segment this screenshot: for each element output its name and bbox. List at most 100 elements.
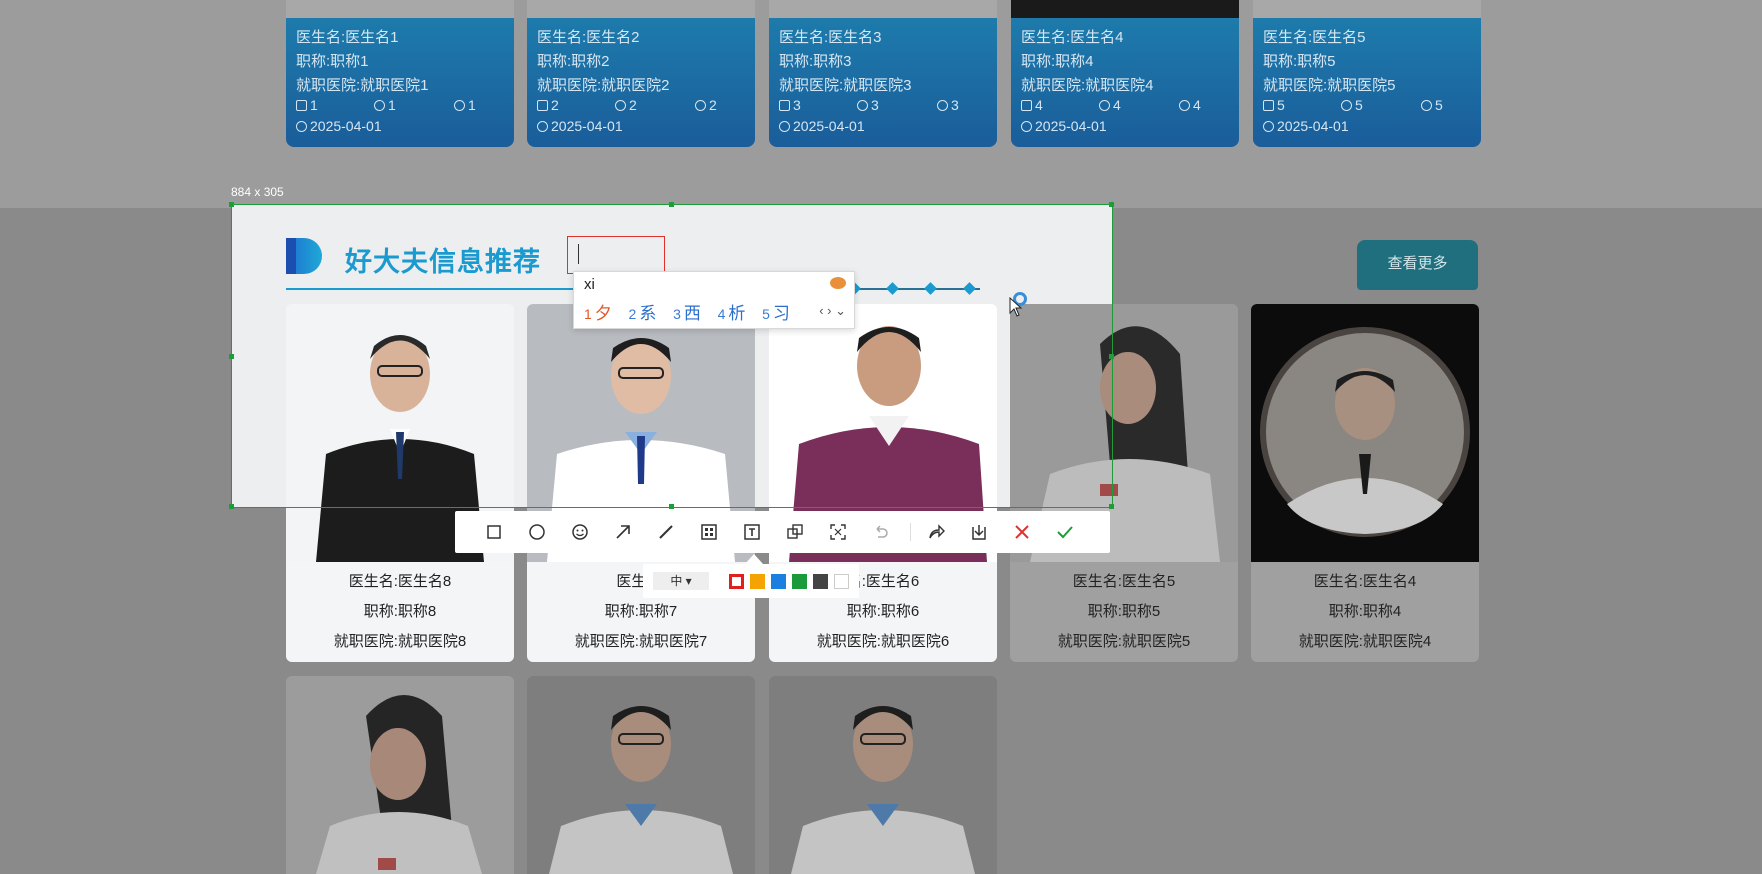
section-title: 好大夫信息推荐 [345, 247, 541, 277]
doctor-card[interactable]: 医生名:医生名8 职称:职称8 就职医院:就职医院8 [286, 304, 514, 662]
doctor-name: 医生名:医生名1 [296, 29, 399, 46]
share-tool-icon[interactable] [925, 521, 947, 543]
annotation-text-box[interactable] [567, 236, 665, 274]
emoji-tool-icon[interactable] [569, 521, 591, 543]
resize-handle-left[interactable] [229, 354, 234, 359]
mosaic-tool-icon[interactable] [698, 521, 720, 543]
doctor-name: 医生名:医生名5 [1263, 29, 1366, 46]
doctor-hospital: 就职医院:就职医院8 [333, 633, 467, 650]
ime-skin-icon[interactable] [830, 277, 846, 289]
like-icon [537, 100, 548, 111]
doctor-name: 医生名:医生名5 [1072, 573, 1176, 590]
color-swatch-dark-gray[interactable] [813, 574, 828, 589]
doctor-title: 职称:职称2 [537, 53, 610, 70]
top-doctor-card[interactable]: 医生名:医生名1 职称:职称1 就职医院:就职医院1 1 1 1 2025-04… [286, 0, 514, 147]
top-doctor-card[interactable]: 医生名:医生名3 职称:职称3 就职医院:就职医院3 3 3 3 2025-04… [769, 0, 997, 147]
doctor-card[interactable]: 医生名:医生名4 职称:职称4 就职医院:就职医院4 [1251, 304, 1479, 662]
resize-handle-top[interactable] [669, 202, 674, 207]
doctor-hospital: 就职医院:就职医院3 [779, 77, 912, 94]
section-logo-icon [286, 238, 322, 274]
star-icon [1099, 100, 1110, 111]
resize-handle-top-right[interactable] [1109, 202, 1114, 207]
publish-date: 2025-04-01 [793, 118, 865, 134]
favorite-count: 1 [388, 97, 396, 113]
clock-icon [779, 121, 790, 132]
cancel-tool-icon[interactable] [1011, 521, 1033, 543]
arrow-tool-icon[interactable] [612, 521, 634, 543]
candidate-word: 西 [683, 304, 701, 323]
view-count: 4 [1193, 97, 1201, 113]
doctor-card[interactable]: 医生名: 职称:职称7 就职医院:就职医院7 [527, 304, 755, 662]
like-count: 3 [793, 97, 801, 113]
eye-icon [695, 100, 706, 111]
doctor-name: 医生名:医生名2 [537, 29, 640, 46]
resize-handle-top-left[interactable] [229, 202, 234, 207]
like-count: 1 [310, 97, 318, 113]
doctor-hospital: 就职医院:就职医院4 [1298, 633, 1432, 650]
candidate-word: 习 [772, 304, 790, 323]
like-count: 4 [1035, 97, 1043, 113]
top-doctor-card[interactable]: 医生名:医生名2 职称:职称2 就职医院:就职医院2 2 2 2 2025-04… [527, 0, 755, 147]
mouse-cursor-icon [1009, 297, 1023, 317]
ellipse-tool-icon[interactable] [526, 521, 548, 543]
rectangle-tool-icon[interactable] [483, 521, 505, 543]
color-swatch-red[interactable] [729, 574, 744, 589]
color-swatch-white[interactable] [834, 574, 849, 589]
like-icon [779, 100, 790, 111]
star-icon [374, 100, 385, 111]
resize-handle-bottom-right[interactable] [1109, 504, 1114, 509]
color-swatch-orange[interactable] [750, 574, 765, 589]
doctor-photo [769, 676, 997, 874]
download-tool-icon[interactable] [968, 521, 990, 543]
doctor-card[interactable]: 医生名:医生名5 职称:职称5 就职医院:就职医院5 [1010, 304, 1238, 662]
view-more-button[interactable]: 查看更多 [1357, 240, 1478, 290]
ime-candidate[interactable]: 1夕 [584, 304, 612, 323]
like-icon [296, 100, 307, 111]
doctor-hospital: 就职医院:就职医院2 [537, 77, 670, 94]
doctor-card[interactable] [286, 676, 514, 874]
view-count: 1 [468, 97, 476, 113]
resize-handle-bottom-left[interactable] [229, 504, 234, 509]
doctor-name: 医生名:医生名3 [779, 29, 882, 46]
undo-tool-icon[interactable] [870, 521, 892, 543]
doctor-card[interactable]: 名:医生名6 职称:职称6 就职医院:就职医院6 [769, 304, 997, 662]
doctor-card[interactable] [769, 676, 997, 874]
resize-handle-bottom[interactable] [669, 504, 674, 509]
ime-candidate-window[interactable]: xi 1夕 2系 3西 4析 5习 ‹ › ⌄ [573, 271, 855, 329]
view-count: 3 [951, 97, 959, 113]
font-size-select[interactable]: 中 ▾ [653, 572, 709, 590]
eye-icon [937, 100, 948, 111]
doctor-card[interactable] [527, 676, 755, 874]
ime-page-nav[interactable]: ‹ › ⌄ [819, 303, 846, 319]
like-icon [1263, 100, 1274, 111]
ime-candidate[interactable]: 4析 [718, 304, 746, 323]
candidate-word: 析 [728, 304, 746, 323]
annotation-toolbar [455, 511, 1110, 553]
confirm-tool-icon[interactable] [1054, 521, 1076, 543]
doctor-title: 职称:职称5 [1087, 603, 1161, 620]
pin-tool-icon[interactable] [784, 521, 806, 543]
color-swatch-green[interactable] [792, 574, 807, 589]
ime-candidate[interactable]: 3西 [673, 304, 701, 323]
text-tool-icon[interactable] [741, 521, 763, 543]
ocr-tool-icon[interactable] [827, 521, 849, 543]
clock-icon [1021, 121, 1032, 132]
eye-icon [454, 100, 465, 111]
candidate-number: 4 [717, 306, 726, 322]
doctor-name: 医生名:医生名4 [1021, 29, 1124, 46]
ime-candidate[interactable]: 2系 [629, 304, 657, 323]
candidate-word: 系 [639, 304, 657, 323]
line-tool-icon[interactable] [655, 521, 677, 543]
view-count: 5 [1435, 97, 1443, 113]
doctor-hospital: 就职医院:就职医院1 [296, 77, 429, 94]
color-swatch-blue[interactable] [771, 574, 786, 589]
candidate-number: 3 [673, 306, 681, 322]
ime-candidate[interactable]: 5习 [762, 304, 790, 323]
eye-icon [1421, 100, 1432, 111]
favorite-count: 3 [871, 97, 879, 113]
top-doctor-card[interactable]: 医生名:医生名5 职称:职称5 就职医院:就职医院5 5 5 5 2025-04… [1253, 0, 1481, 147]
resize-handle-right[interactable] [1109, 354, 1114, 359]
top-doctor-card[interactable]: 医生名:医生名4 职称:职称4 就职医院:就职医院4 4 4 4 2025-04… [1011, 0, 1239, 147]
doctor-hospital: 就职医院:就职医院5 [1263, 77, 1396, 94]
publish-date: 2025-04-01 [310, 118, 382, 134]
